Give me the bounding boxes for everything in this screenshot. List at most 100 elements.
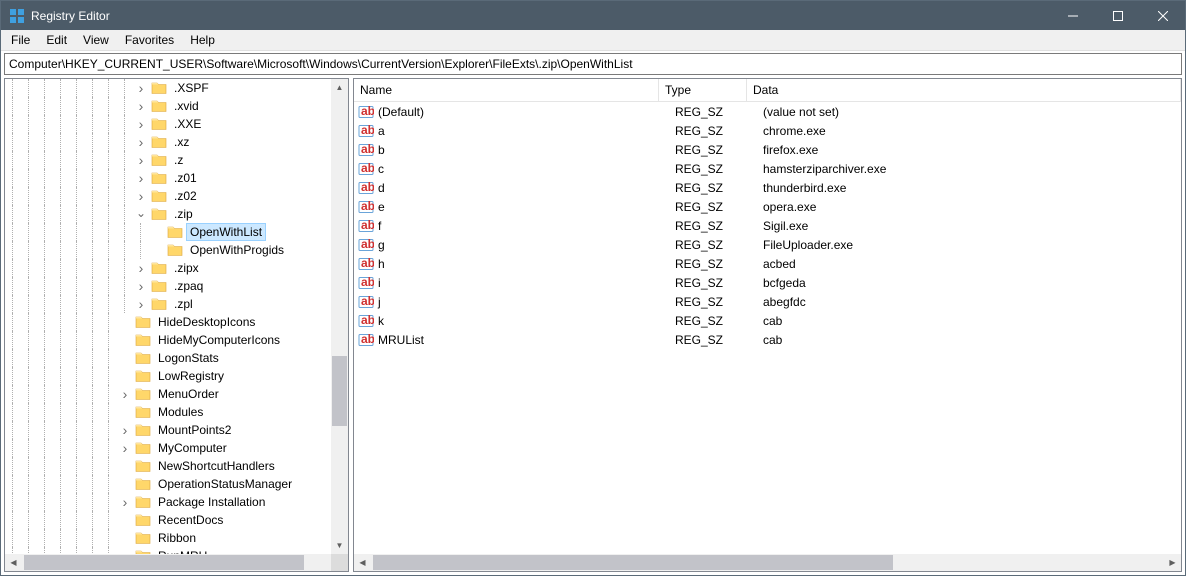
tree-item[interactable]: .zipx [5,259,348,277]
tree-expander-icon[interactable] [133,169,149,187]
tree-item-label: MountPoints2 [154,421,235,439]
tree-item[interactable]: LowRegistry [5,367,348,385]
tree-h-scroll-thumb[interactable] [24,555,304,570]
menu-view[interactable]: View [75,31,117,49]
list-row[interactable]: abiREG_SZbcfgeda [354,273,1181,292]
cell-data: cab [763,333,1181,347]
list-row[interactable]: abMRUListREG_SZcab [354,330,1181,349]
list-row[interactable]: abbREG_SZfirefox.exe [354,140,1181,159]
tree-item-label: .xz [170,133,193,151]
tree-expander-icon[interactable] [133,259,149,277]
tree-spacer [117,475,133,493]
tree-item[interactable]: .xz [5,133,348,151]
tree-item[interactable]: MountPoints2 [5,421,348,439]
tree-expander-icon[interactable] [117,493,133,511]
tree-spacer [117,529,133,547]
tree-item[interactable]: .z [5,151,348,169]
tree-spacer [149,241,165,259]
tree-expander-icon[interactable] [133,97,149,115]
maximize-button[interactable] [1095,1,1140,30]
list-row[interactable]: abhREG_SZacbed [354,254,1181,273]
tree-item[interactable]: .z01 [5,169,348,187]
list-h-scroll-thumb[interactable] [373,555,893,570]
menu-help[interactable]: Help [182,31,223,49]
list-row[interactable]: abdREG_SZthunderbird.exe [354,178,1181,197]
tree-expander-icon[interactable] [117,385,133,403]
tree-expander-icon[interactable] [133,151,149,169]
folder-icon [151,260,167,276]
string-value-icon: ab [358,294,374,310]
cell-data: thunderbird.exe [763,181,1181,195]
tree-item[interactable]: MyComputer [5,439,348,457]
tree-item[interactable]: Package Installation [5,493,348,511]
column-header-type[interactable]: Type [659,79,747,101]
list-row[interactable]: abgREG_SZFileUploader.exe [354,235,1181,254]
tree-item[interactable]: .zpaq [5,277,348,295]
list-row[interactable]: ab(Default)REG_SZ(value not set) [354,102,1181,121]
tree-item[interactable]: OperationStatusManager [5,475,348,493]
cell-type: REG_SZ [675,257,763,271]
list-view[interactable]: ab(Default)REG_SZ(value not set)abaREG_S… [354,102,1181,571]
tree-vertical-scrollbar[interactable]: ▲ ▼ [331,79,348,554]
tree-item[interactable]: .z02 [5,187,348,205]
tree-item[interactable]: .zip [5,205,348,223]
tree-item[interactable]: HideDesktopIcons [5,313,348,331]
tree-item-label: .xvid [170,97,203,115]
tree-item-label: .zpaq [170,277,207,295]
tree-expander-icon[interactable] [133,295,149,313]
tree-v-scroll-thumb[interactable] [332,356,347,426]
list-horizontal-scrollbar[interactable]: ◀ ▶ [354,554,1181,571]
close-button[interactable] [1140,1,1185,30]
list-row[interactable]: abfREG_SZSigil.exe [354,216,1181,235]
tree-item[interactable]: LogonStats [5,349,348,367]
tree-expander-icon[interactable] [133,205,149,223]
list-row[interactable]: abkREG_SZcab [354,311,1181,330]
tree-spacer [149,223,165,241]
minimize-button[interactable] [1050,1,1095,30]
tree-expander-icon[interactable] [133,115,149,133]
tree-item[interactable]: OpenWithProgids [5,241,348,259]
folder-icon [135,440,151,456]
menu-edit[interactable]: Edit [38,31,75,49]
list-row[interactable]: abjREG_SZabegfdc [354,292,1181,311]
tree-expander-icon[interactable] [133,187,149,205]
list-row[interactable]: abaREG_SZchrome.exe [354,121,1181,140]
scroll-up-button[interactable]: ▲ [331,79,348,96]
cell-type: REG_SZ [675,276,763,290]
tree-item-label: HideMyComputerIcons [154,331,284,349]
column-header-data[interactable]: Data [747,79,1181,101]
scroll-left-button[interactable]: ◀ [5,554,22,571]
tree-item[interactable]: Modules [5,403,348,421]
list-row[interactable]: abeREG_SZopera.exe [354,197,1181,216]
tree-item[interactable]: .zpl [5,295,348,313]
scroll-down-button[interactable]: ▼ [331,537,348,554]
scroll-right-button[interactable]: ▶ [1164,554,1181,571]
cell-data: FileUploader.exe [763,238,1181,252]
svg-text:ab: ab [361,180,374,194]
folder-icon [135,332,151,348]
tree-item[interactable]: NewShortcutHandlers [5,457,348,475]
tree-item[interactable]: .XSPF [5,79,348,97]
tree-expander-icon[interactable] [117,439,133,457]
tree-view[interactable]: .XSPF.xvid.XXE.xz.z.z01.z02.zipOpenWithL… [5,79,348,571]
menu-favorites[interactable]: Favorites [117,31,182,49]
tree-item[interactable]: MenuOrder [5,385,348,403]
column-header-name[interactable]: Name [354,79,659,101]
tree-expander-icon[interactable] [133,133,149,151]
tree-item[interactable]: .XXE [5,115,348,133]
tree-item-label: .XSPF [170,79,213,97]
tree-expander-icon[interactable] [117,421,133,439]
tree-expander-icon[interactable] [133,277,149,295]
folder-icon [135,404,151,420]
tree-item[interactable]: .xvid [5,97,348,115]
tree-horizontal-scrollbar[interactable]: ◀ ▶ [5,554,348,571]
tree-item[interactable]: RecentDocs [5,511,348,529]
tree-expander-icon[interactable] [133,79,149,97]
list-row[interactable]: abcREG_SZhamsterziparchiver.exe [354,159,1181,178]
scroll-left-button[interactable]: ◀ [354,554,371,571]
address-bar[interactable]: Computer\HKEY_CURRENT_USER\Software\Micr… [4,53,1182,75]
menu-file[interactable]: File [3,31,38,49]
tree-item[interactable]: HideMyComputerIcons [5,331,348,349]
tree-item[interactable]: OpenWithList [5,223,348,241]
tree-item[interactable]: Ribbon [5,529,348,547]
